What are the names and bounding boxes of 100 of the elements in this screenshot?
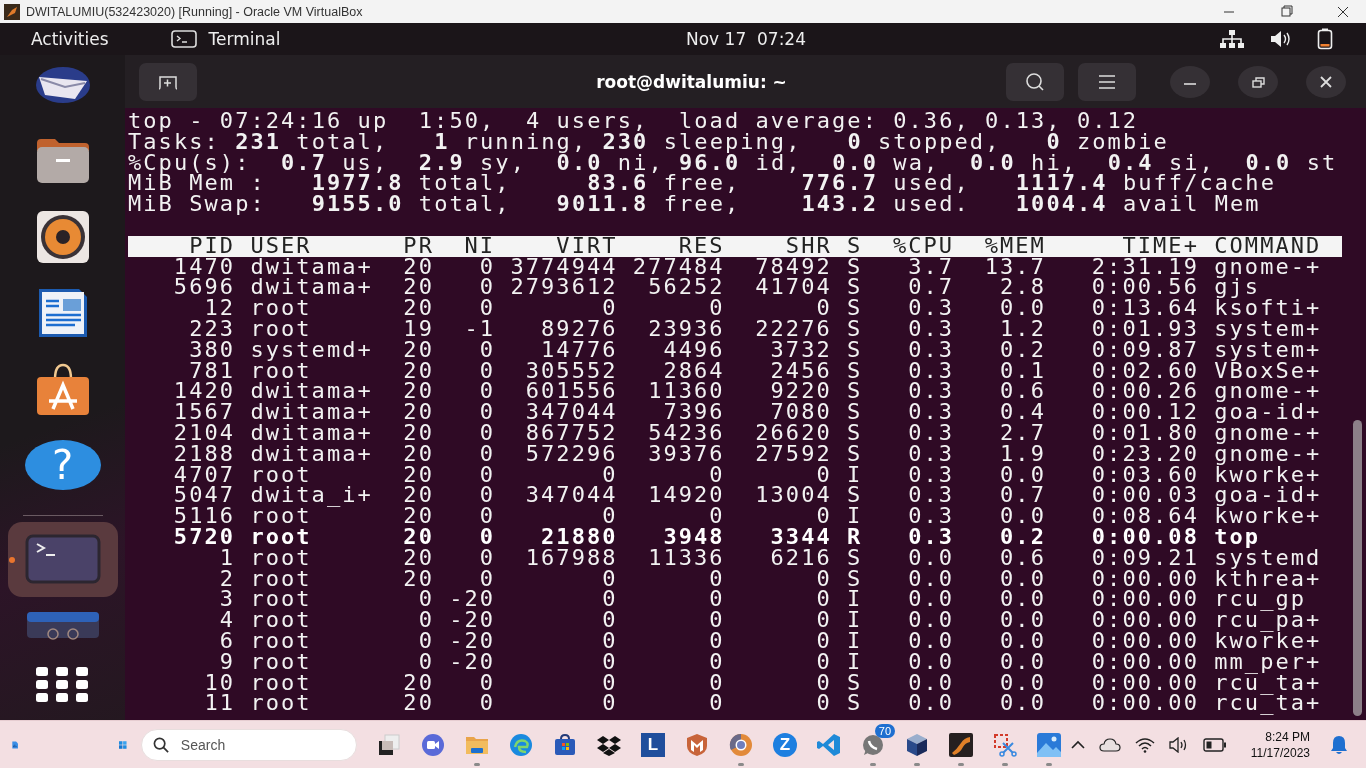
table-cell-text: 0:00.00 (1090, 651, 1199, 673)
drive-icon[interactable] (24, 610, 101, 640)
table-cell-text: 0.3 (907, 485, 955, 507)
app-menu[interactable]: Terminal (208, 29, 281, 49)
taskbar-date[interactable]: 11/17/2023 (1250, 744, 1310, 761)
table-cell-text: 0:09.87 (1090, 339, 1199, 361)
clock[interactable]: Nov 17 07:24 (686, 29, 806, 49)
table-cell-text: 0:13.64 (1090, 298, 1199, 319)
table-cell-text: 0.1 (999, 360, 1046, 382)
table-cell-text: -1 (463, 318, 496, 340)
battery-icon[interactable] (1317, 28, 1333, 50)
activities-button[interactable]: Activities (31, 29, 109, 49)
table-cell-text: 0 (478, 526, 496, 548)
video-camera-icon[interactable] (420, 732, 445, 757)
app-logo-icon (4, 3, 20, 20)
table-cell-text: 14776 (540, 339, 618, 361)
wifi-icon[interactable] (1134, 736, 1155, 753)
table-cell-text: 4707 (172, 464, 236, 486)
table-cell-text: I (846, 589, 863, 611)
table-cell-text: 0 (815, 589, 832, 611)
table-cell-text: 0.3 (907, 298, 955, 319)
table-cell-text: -20 (448, 651, 496, 673)
menu-button[interactable] (1078, 62, 1136, 101)
table-cell-text: 0:00.03 (1090, 485, 1199, 507)
table-cell-text: 2.8 (999, 277, 1046, 299)
restore-button[interactable] (1238, 64, 1278, 99)
table-cell-text: 0.0 (999, 568, 1046, 590)
table-cell-text: 5047 (172, 485, 236, 507)
table-cell-text: 4 (218, 610, 236, 631)
app-tile-icon[interactable] (948, 732, 973, 757)
table-cell-text: 5116 (172, 506, 236, 527)
shopping-bag-icon[interactable] (34, 361, 91, 417)
overlapping-squares-icon[interactable] (376, 732, 401, 757)
table-cell-text: 3 (218, 589, 236, 611)
search-field[interactable]: Search (140, 728, 357, 761)
shield-icon[interactable] (684, 732, 709, 757)
summary-line: Tasks: 231 total, 1 running, 230 sleeping, 0 stopped, 0 zombie (128, 131, 1169, 153)
table-cell-text: 867752 (524, 422, 618, 444)
table-cell-text: 0.0 (907, 589, 955, 611)
table-cell-text: S (846, 485, 863, 507)
app-grid-icon[interactable] (35, 667, 90, 703)
table-cell-text: dwitama+ (249, 381, 374, 403)
table-cell-text: 0 (478, 506, 496, 527)
table-cell-text: 0.2 (999, 339, 1046, 361)
table-cell-text: 20 (402, 485, 434, 507)
table-cell-text: 1 (218, 547, 236, 569)
table-cell-text: root (249, 568, 313, 590)
table-cell-text: 0.6 (999, 381, 1046, 403)
mountain-picture-icon[interactable] (1036, 732, 1061, 757)
scissors-icon[interactable] (992, 732, 1017, 757)
table-cell-text: S (846, 298, 863, 319)
cube-icon[interactable] (904, 732, 929, 757)
volume-icon[interactable] (1168, 736, 1189, 753)
table-cell-text: 0.3 (907, 402, 955, 423)
swirl-icon[interactable] (508, 732, 533, 757)
search-button[interactable] (1006, 62, 1064, 101)
table-cell-text: 26620 (754, 422, 832, 444)
bird-envelope-icon[interactable] (34, 65, 91, 105)
table-cell-text: 2104 (172, 422, 236, 444)
table-cell-text: S (846, 568, 863, 590)
table-cell-text: 20 (402, 672, 434, 694)
letter-tile[interactable]: L (640, 732, 665, 757)
new-tab-button[interactable] (139, 62, 197, 101)
table-cell-text: root (249, 360, 312, 382)
cloud-icon[interactable] (1098, 737, 1121, 752)
table-cell-text: 0:23.20 (1090, 443, 1199, 465)
chevron-up-icon[interactable] (1070, 739, 1085, 750)
table-cell-text: 0 (602, 506, 618, 527)
table-cell-text: root (249, 651, 313, 673)
table-cell-text: 347044 (524, 402, 618, 423)
shopping-bag-icon[interactable] (552, 732, 577, 757)
scrollbar-thumb[interactable] (1353, 420, 1362, 716)
speaker-icon[interactable] (34, 209, 91, 265)
battery-icon[interactable] (1202, 737, 1227, 752)
folder-icon[interactable] (34, 137, 91, 185)
taskbar-time[interactable]: 8:24 PM (1265, 728, 1310, 745)
volume-icon[interactable] (1269, 29, 1293, 49)
table-cell-text: root (249, 464, 312, 486)
table-cell-text: 0 (417, 610, 434, 631)
table-cell-text: 20 (402, 339, 434, 361)
table-cell-text: 2.7 (999, 422, 1046, 444)
bell-icon[interactable] (1330, 734, 1348, 755)
close-button[interactable] (1306, 64, 1346, 99)
table-cell-text: dwitama+ (249, 277, 374, 299)
circle-ring-icon[interactable] (728, 732, 753, 757)
table-cell-text: 0 (709, 464, 725, 486)
table-cell-text: 0.0 (999, 693, 1046, 715)
table-cell-text: S (846, 422, 863, 444)
table-cell-text: top (1213, 526, 1261, 548)
network-icon[interactable] (1219, 29, 1245, 49)
table-cell-text: 7396 (663, 402, 725, 423)
angle-ribbon-icon[interactable] (816, 732, 841, 757)
table-cell-text: 2 (218, 568, 236, 590)
table-cell-text: 0 (602, 464, 618, 486)
table-cell-text: 0 (708, 610, 725, 631)
table-cell-text: 0:00.00 (1090, 693, 1199, 715)
letter-circle[interactable]: Z (772, 732, 797, 757)
table-cell-text: 20 (402, 526, 434, 548)
summary-line: MiB Swap: 9155.0 total, 9011.8 free, 143.2 used. 1004.4 avail Mem (128, 194, 1261, 215)
table-cell-text: 20 (402, 360, 434, 382)
